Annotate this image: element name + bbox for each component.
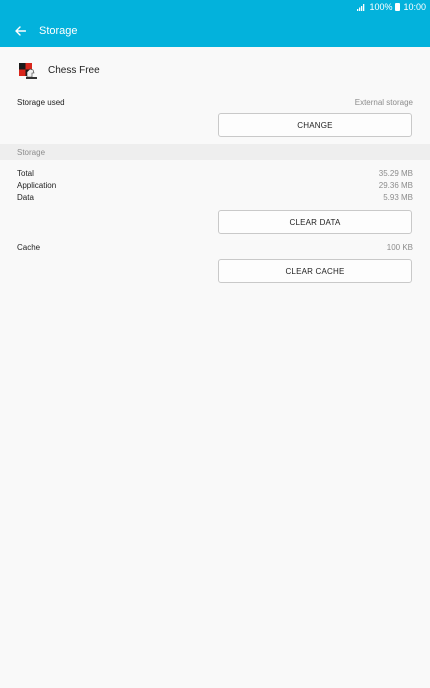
total-value: 35.29 MB: [378, 169, 413, 178]
app-name: Chess Free: [48, 64, 100, 76]
cache-value: 100 KB: [386, 242, 413, 252]
cache-row: Cache 100 KB: [17, 241, 413, 253]
application-label: Application: [17, 181, 57, 190]
section-title: Storage: [17, 147, 46, 157]
data-label: Data: [17, 193, 34, 202]
back-button[interactable]: [13, 24, 27, 38]
storage-section-header: Storage: [0, 144, 430, 160]
arrow-back-icon: [14, 25, 26, 36]
cache-label: Cache: [17, 242, 41, 252]
storage-used-row: Storage used External storage: [17, 96, 413, 108]
battery-icon: [395, 3, 401, 11]
status-bar: 100% 10:00: [0, 0, 430, 14]
page-title: Storage: [39, 24, 78, 37]
change-button[interactable]: CHANGE: [218, 113, 412, 137]
clear-data-button[interactable]: CLEAR DATA: [218, 210, 412, 234]
app-header: Chess Free: [0, 56, 430, 84]
application-value: 29.36 MB: [378, 181, 413, 190]
data-value: 5.93 MB: [383, 193, 413, 202]
clock: 10:00: [403, 2, 426, 12]
storage-used-value: External storage: [354, 97, 413, 107]
app-bar: Storage: [0, 14, 430, 47]
application-row: Application 29.36 MB: [17, 180, 413, 191]
clear-cache-button[interactable]: CLEAR CACHE: [218, 259, 412, 283]
total-row: Total 35.29 MB: [17, 168, 413, 179]
signal-icon: [357, 4, 365, 11]
storage-used-label: Storage used: [17, 97, 65, 107]
total-label: Total: [17, 169, 34, 178]
data-row: Data 5.93 MB: [17, 192, 413, 203]
battery-percent: 100%: [369, 2, 393, 12]
chess-app-icon: [19, 63, 37, 79]
